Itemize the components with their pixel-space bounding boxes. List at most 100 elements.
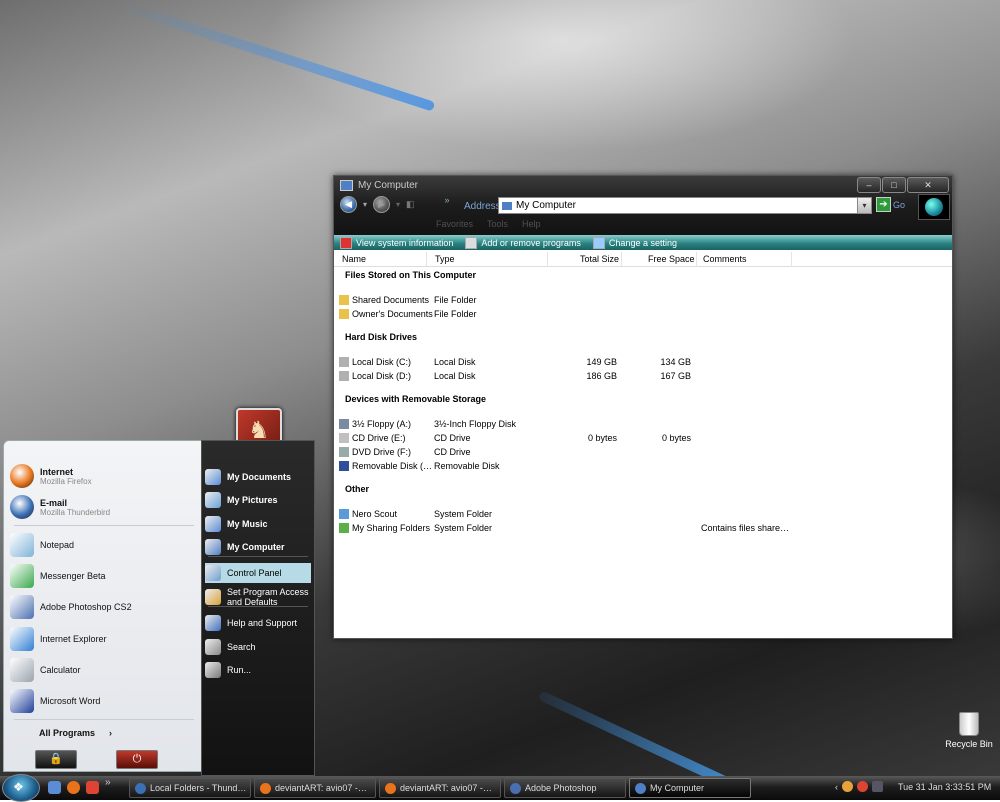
show-desktop-icon[interactable] (48, 781, 61, 794)
task-bar-strip: View system information Add or remove pr… (334, 235, 952, 250)
place-control-panel[interactable]: Control Panel (205, 563, 311, 583)
place-run[interactable]: Run... (205, 660, 311, 680)
back-dropdown-icon[interactable]: ▾ (363, 200, 367, 209)
list-item[interactable]: 3½ Floppy (A:) 3½-Inch Floppy Disk (334, 418, 952, 432)
place-my-pictures[interactable]: My Pictures (205, 490, 311, 510)
word-icon (10, 689, 34, 713)
list-item[interactable]: Local Disk (D:) Local Disk 186 GB 167 GB (334, 370, 952, 384)
pinned-firefox[interactable]: Internet Mozilla Firefox (10, 461, 196, 491)
minimize-button[interactable]: – (857, 177, 881, 193)
list-item[interactable]: CD Drive (E:) CD Drive 0 bytes 0 bytes (334, 432, 952, 446)
list-item[interactable]: My Sharing Folders System Folder Contains … (334, 522, 952, 536)
run-icon (205, 662, 221, 678)
list-item[interactable]: Owner's Documents File Folder (334, 308, 952, 322)
place-my-music[interactable]: My Music (205, 514, 311, 534)
recent-program[interactable]: Internet Explorer (10, 624, 196, 654)
go-button[interactable]: ➔ Go (876, 197, 905, 212)
menu-help[interactable]: Help (520, 219, 543, 229)
title-bar[interactable]: My Computer (340, 180, 418, 191)
start-button[interactable]: ❖ (2, 774, 40, 802)
column-divider[interactable] (547, 252, 548, 266)
window-title: My Computer (358, 180, 419, 191)
recent-program[interactable]: Calculator (10, 655, 196, 685)
list-item[interactable]: Removable Disk (… Removable Disk (334, 460, 952, 474)
my-documents-icon (205, 469, 221, 485)
back-button[interactable]: ◀ (340, 196, 357, 213)
place-my-computer[interactable]: My Computer (205, 537, 311, 557)
thunderbird-icon (135, 782, 146, 794)
toolbar-chevron[interactable]: » (445, 195, 450, 205)
recent-program[interactable]: Adobe Photoshop CS2 (10, 592, 196, 622)
task-change-setting[interactable]: Change a setting (592, 236, 677, 249)
my-computer-icon (635, 782, 646, 794)
group-header[interactable]: Other (345, 484, 369, 494)
column-divider[interactable] (696, 252, 697, 266)
add-remove-icon (465, 236, 478, 249)
security-shield-icon[interactable] (872, 781, 883, 792)
clock[interactable]: Tue 31 Jan 3:33:51 PM (898, 782, 991, 792)
tray-expand-icon[interactable]: ‹ (835, 782, 838, 792)
recycle-bin[interactable]: Recycle Bin (944, 712, 994, 749)
column-divider[interactable] (426, 252, 427, 266)
close-button[interactable]: ✕ (907, 177, 949, 193)
taskbar-button[interactable]: My Computer (629, 778, 751, 798)
cell-type: CD Drive (434, 447, 471, 457)
place-search[interactable]: Search (205, 637, 311, 657)
column-total-size[interactable]: Total Size (580, 254, 619, 264)
firefox-icon[interactable] (67, 781, 80, 794)
taskbar-button[interactable]: Local Folders - Thund… (129, 778, 251, 798)
network-icon[interactable] (842, 781, 853, 792)
turn-off-button[interactable]: ⏻ (116, 750, 158, 769)
forward-button[interactable]: ▶ (373, 196, 391, 213)
calculator-icon (10, 657, 34, 682)
quick-launch-chevron[interactable]: » (105, 777, 111, 794)
menu-favorites[interactable]: Favorites (434, 219, 475, 229)
recent-program[interactable]: Messenger Beta (10, 561, 196, 591)
messenger-icon[interactable] (86, 781, 99, 794)
address-bar[interactable]: My Computer ▾ (498, 197, 872, 214)
taskbar-button[interactable]: deviantART: avio07 -… (379, 778, 501, 798)
address-dropdown-icon[interactable]: ▾ (857, 198, 871, 213)
all-programs-button[interactable]: All Programs › (39, 728, 112, 738)
recent-program[interactable]: Microsoft Word (10, 686, 196, 716)
messenger-tray-icon[interactable] (857, 781, 868, 792)
menu-file[interactable] (340, 219, 424, 229)
explorer-window[interactable]: My Computer – □ ✕ ◀ ▾ ▶ ▾ ◧ » Address My… (333, 175, 953, 639)
recent-program[interactable]: Notepad (10, 530, 196, 560)
column-divider[interactable] (621, 252, 622, 266)
place-help[interactable]: Help and Support (205, 613, 311, 633)
folder-up-icon[interactable]: ◧ (406, 199, 415, 210)
go-arrow-icon: ➔ (876, 197, 891, 212)
taskbar-button[interactable]: deviantART: avio07 -… (254, 778, 376, 798)
cell-name: My Sharing Folders (352, 523, 431, 533)
forward-dropdown-icon[interactable]: ▾ (396, 200, 400, 209)
taskbar-button-label: deviantART: avio07 -… (275, 783, 367, 793)
group-header[interactable]: Hard Disk Drives (345, 332, 417, 342)
quick-launch: » (48, 777, 111, 794)
list-item[interactable]: Nero Scout System Folder (334, 508, 952, 522)
group-header[interactable]: Files Stored on This Computer (345, 270, 476, 280)
column-type[interactable]: Type (435, 254, 455, 264)
window-controls: – □ ✕ (857, 177, 949, 193)
place-my-documents[interactable]: My Documents (205, 467, 311, 487)
hard-disk-icon (339, 357, 349, 367)
column-name[interactable]: Name (342, 254, 366, 264)
task-add-remove-programs[interactable]: Add or remove programs (465, 236, 581, 249)
task-view-system-info[interactable]: View system information (340, 236, 453, 249)
list-item[interactable]: DVD Drive (F:) CD Drive (334, 446, 952, 460)
pinned-thunderbird[interactable]: E-mail Mozilla Thunderbird (10, 492, 196, 522)
taskbar-button[interactable]: Adobe Photoshop (504, 778, 626, 798)
list-item[interactable]: Shared Documents File Folder (334, 294, 952, 308)
my-computer-icon (340, 180, 353, 191)
cell-name: Nero Scout (352, 509, 398, 519)
column-free-space[interactable]: Free Space (648, 254, 695, 264)
log-off-button[interactable]: 🔒 (35, 750, 77, 769)
maximize-button[interactable]: □ (882, 177, 906, 193)
group-header[interactable]: Devices with Removable Storage (345, 394, 486, 404)
my-pictures-icon (205, 492, 221, 508)
menu-tools[interactable]: Tools (485, 219, 510, 229)
column-comments[interactable]: Comments (703, 254, 747, 264)
cell-type: System Folder (434, 523, 493, 533)
column-divider[interactable] (791, 252, 792, 266)
list-item[interactable]: Local Disk (C:) Local Disk 149 GB 134 GB (334, 356, 952, 370)
